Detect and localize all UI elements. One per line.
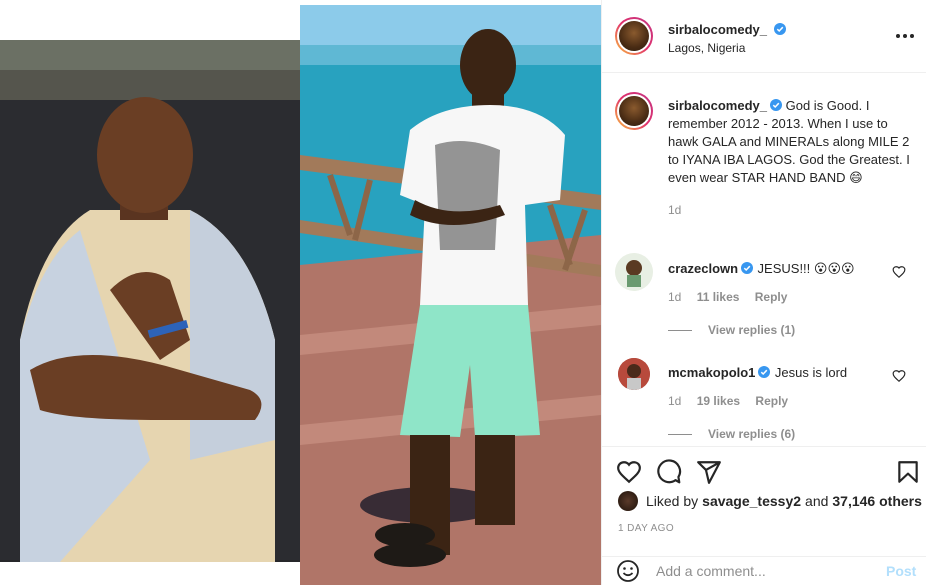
comment-input[interactable] [656,563,876,579]
view-replies-button[interactable]: View replies (6) [668,427,795,441]
likes-summary: Liked by savage_tessy2 and 37,146 others [618,491,922,511]
reply-button[interactable]: Reply [755,394,788,408]
author-username[interactable]: sirbalocomedy_ [668,22,767,37]
comment-bubble-icon[interactable] [656,459,682,485]
user-avatar-icon [618,358,650,390]
comment-username[interactable]: crazeclown [668,261,738,276]
view-replies-button[interactable]: View replies (1) [668,323,795,337]
caption: sirbalocomedy_ God is Good. I remember 2… [668,97,913,217]
comment-meta: 1d 19 likes Reply [668,394,788,408]
comment-text: JESUS!!! 😮😮😮 [757,261,855,276]
more-options-icon[interactable] [893,28,917,44]
replies-divider [668,329,692,331]
clown-avatar-icon [615,253,653,291]
like-comment-heart-icon[interactable] [892,265,906,279]
photo-before-illustration [0,40,300,562]
replies-divider [668,433,692,435]
verified-badge-icon [774,23,787,35]
reply-button[interactable]: Reply [755,290,788,304]
comment-avatar[interactable] [615,253,653,291]
like-heart-icon[interactable] [616,459,642,485]
post-panel: sirbalocomedy_ Lagos, Nigeria sirbalocom… [601,0,926,585]
comment-age: 1d [668,394,682,408]
post-media[interactable] [0,0,601,585]
like-comment-heart-icon[interactable] [892,369,906,383]
comment-meta: 1d 11 likes Reply [668,290,787,304]
verified-badge-icon [741,262,754,274]
post-comment-button[interactable]: Post [886,563,916,579]
caption-age: 1d [668,203,682,217]
add-comment-bar: Post [602,556,926,585]
comment-likes[interactable]: 11 likes [697,290,740,304]
verified-badge-icon [758,366,771,378]
share-paper-plane-icon[interactable] [696,459,722,485]
photo-after [300,5,601,585]
likes-conjunction: and [805,493,829,509]
liker-avatar[interactable] [618,491,638,511]
action-bar [602,446,926,496]
comment-username[interactable]: mcmakopolo1 [668,365,755,380]
post-location[interactable]: Lagos, Nigeria [668,41,745,55]
likes-count[interactable]: 37,146 others [832,493,922,509]
comment-age: 1d [668,290,682,304]
comment-likes[interactable]: 19 likes [697,394,740,408]
view-replies-label: View replies (1) [708,323,796,337]
comment-row: crazeclown JESUS!!! 😮😮😮 [668,260,868,278]
post-date[interactable]: 1 DAY AGO [618,523,674,534]
author-info: sirbalocomedy_ [668,21,787,39]
photo-after-illustration [300,5,601,585]
photo-before [0,40,300,562]
caption-avatar[interactable] [615,92,653,130]
caption-username[interactable]: sirbalocomedy_ [668,98,767,113]
comment-text: Jesus is lord [774,365,848,380]
emoji-icon[interactable] [616,559,640,583]
save-bookmark-icon[interactable] [895,459,921,485]
author-avatar[interactable] [615,17,653,55]
likes-prefix: Liked by [646,493,699,509]
comment-row: mcmakopolo1 Jesus is lord [668,364,868,382]
view-replies-label: View replies (6) [708,427,796,441]
verified-badge-icon [770,99,782,111]
comment-avatar[interactable] [618,358,650,390]
post-header: sirbalocomedy_ Lagos, Nigeria [602,0,926,73]
liker-username[interactable]: savage_tessy2 [702,493,801,509]
